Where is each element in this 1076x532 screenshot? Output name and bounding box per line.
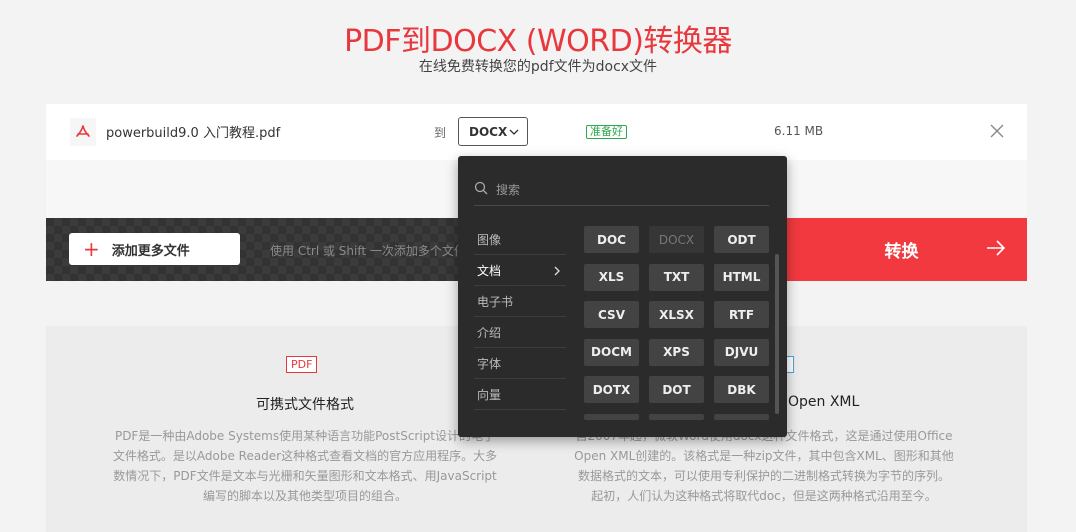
convert-button[interactable]: 转换 — [776, 218, 1027, 281]
page-subtitle: 在线免费转换您的pdf文件为docx文件 — [418, 59, 658, 75]
format-option-partial[interactable] — [649, 413, 704, 420]
page-title: PDF到DOCX (WORD)转换器 — [344, 24, 732, 59]
format-search — [474, 174, 769, 206]
format-category-label: 向量 — [477, 387, 502, 402]
format-option[interactable]: XLSX — [649, 301, 704, 328]
chevron-right-icon — [552, 265, 562, 279]
arrow-right-icon — [985, 237, 1007, 264]
format-option[interactable]: XLS — [584, 263, 639, 291]
format-option[interactable]: DOCM — [584, 338, 639, 366]
multi-add-hint: 使用 Ctrl 或 Shift 一次添加多个文件 — [270, 244, 466, 258]
close-icon[interactable] — [989, 123, 1005, 139]
format-option[interactable]: DOTX — [584, 376, 639, 403]
format-option[interactable]: DBK — [714, 376, 769, 403]
format-search-input[interactable] — [496, 182, 746, 197]
format-select[interactable]: DOCX — [458, 117, 528, 146]
docx-format-title: Open XML — [788, 394, 860, 410]
format-option[interactable]: DJVU — [714, 338, 769, 366]
pdf-file-icon — [70, 118, 96, 146]
file-row: powerbuild9.0 入门教程.pdf 到 DOCX 准备好 6.11 M… — [46, 104, 1027, 160]
format-option: DOCX — [649, 226, 704, 253]
convert-label: 转换 — [884, 242, 919, 262]
format-category[interactable]: 电子书 — [474, 286, 566, 317]
format-category-label: 介绍 — [477, 325, 502, 340]
plus-icon: + — [83, 237, 100, 261]
format-option-partial[interactable] — [714, 413, 769, 420]
format-option-partial[interactable] — [584, 413, 639, 420]
format-option[interactable]: HTML — [714, 263, 769, 291]
format-option[interactable]: TXT — [649, 263, 704, 291]
format-category[interactable]: 字体 — [474, 348, 566, 379]
format-option[interactable]: DOC — [584, 226, 639, 253]
format-dropdown: 图像文档电子书介绍字体向量 DOC DOCX ODT XLS TXT HTML CSV XLS… — [458, 156, 787, 437]
format-option[interactable]: XPS — [649, 338, 704, 366]
add-more-files-button[interactable]: + 添加更多文件 — [69, 233, 240, 265]
format-option[interactable]: ODT — [714, 226, 769, 253]
format-category[interactable]: 介绍 — [474, 317, 566, 348]
format-category-list: 图像文档电子书介绍字体向量 — [474, 224, 566, 410]
file-size: 6.11 MB — [774, 124, 824, 138]
format-category[interactable]: 文档 — [474, 255, 566, 286]
chevron-down-icon — [509, 126, 519, 140]
format-category-label: 文档 — [477, 263, 502, 278]
add-more-files-label: 添加更多文件 — [111, 243, 190, 259]
pdf-format-description: PDF是一种由Adobe Systems使用某种语言功能PostScript设计… — [112, 429, 498, 503]
file-name: powerbuild9.0 入门教程.pdf — [106, 126, 281, 141]
format-category-label: 电子书 — [477, 294, 514, 309]
dropdown-scrollbar[interactable] — [775, 254, 779, 414]
format-option[interactable]: DOT — [649, 376, 704, 403]
search-icon — [474, 180, 488, 199]
format-option[interactable]: CSV — [584, 301, 639, 328]
pdf-format-badge: PDF — [286, 356, 318, 373]
format-category-label: 字体 — [477, 356, 502, 371]
status-badge: 准备好 — [586, 125, 627, 139]
format-option[interactable]: RTF — [714, 301, 769, 328]
format-category-label: 图像 — [477, 232, 502, 247]
to-label: 到 — [434, 126, 447, 140]
format-select-value: DOCX — [469, 124, 508, 139]
format-category[interactable]: 图像 — [474, 224, 566, 255]
docx-format-description: 自2007年起，微软Word使用docx这种文件格式，这是通过使用Office … — [574, 429, 954, 503]
format-category[interactable]: 向量 — [474, 379, 566, 410]
